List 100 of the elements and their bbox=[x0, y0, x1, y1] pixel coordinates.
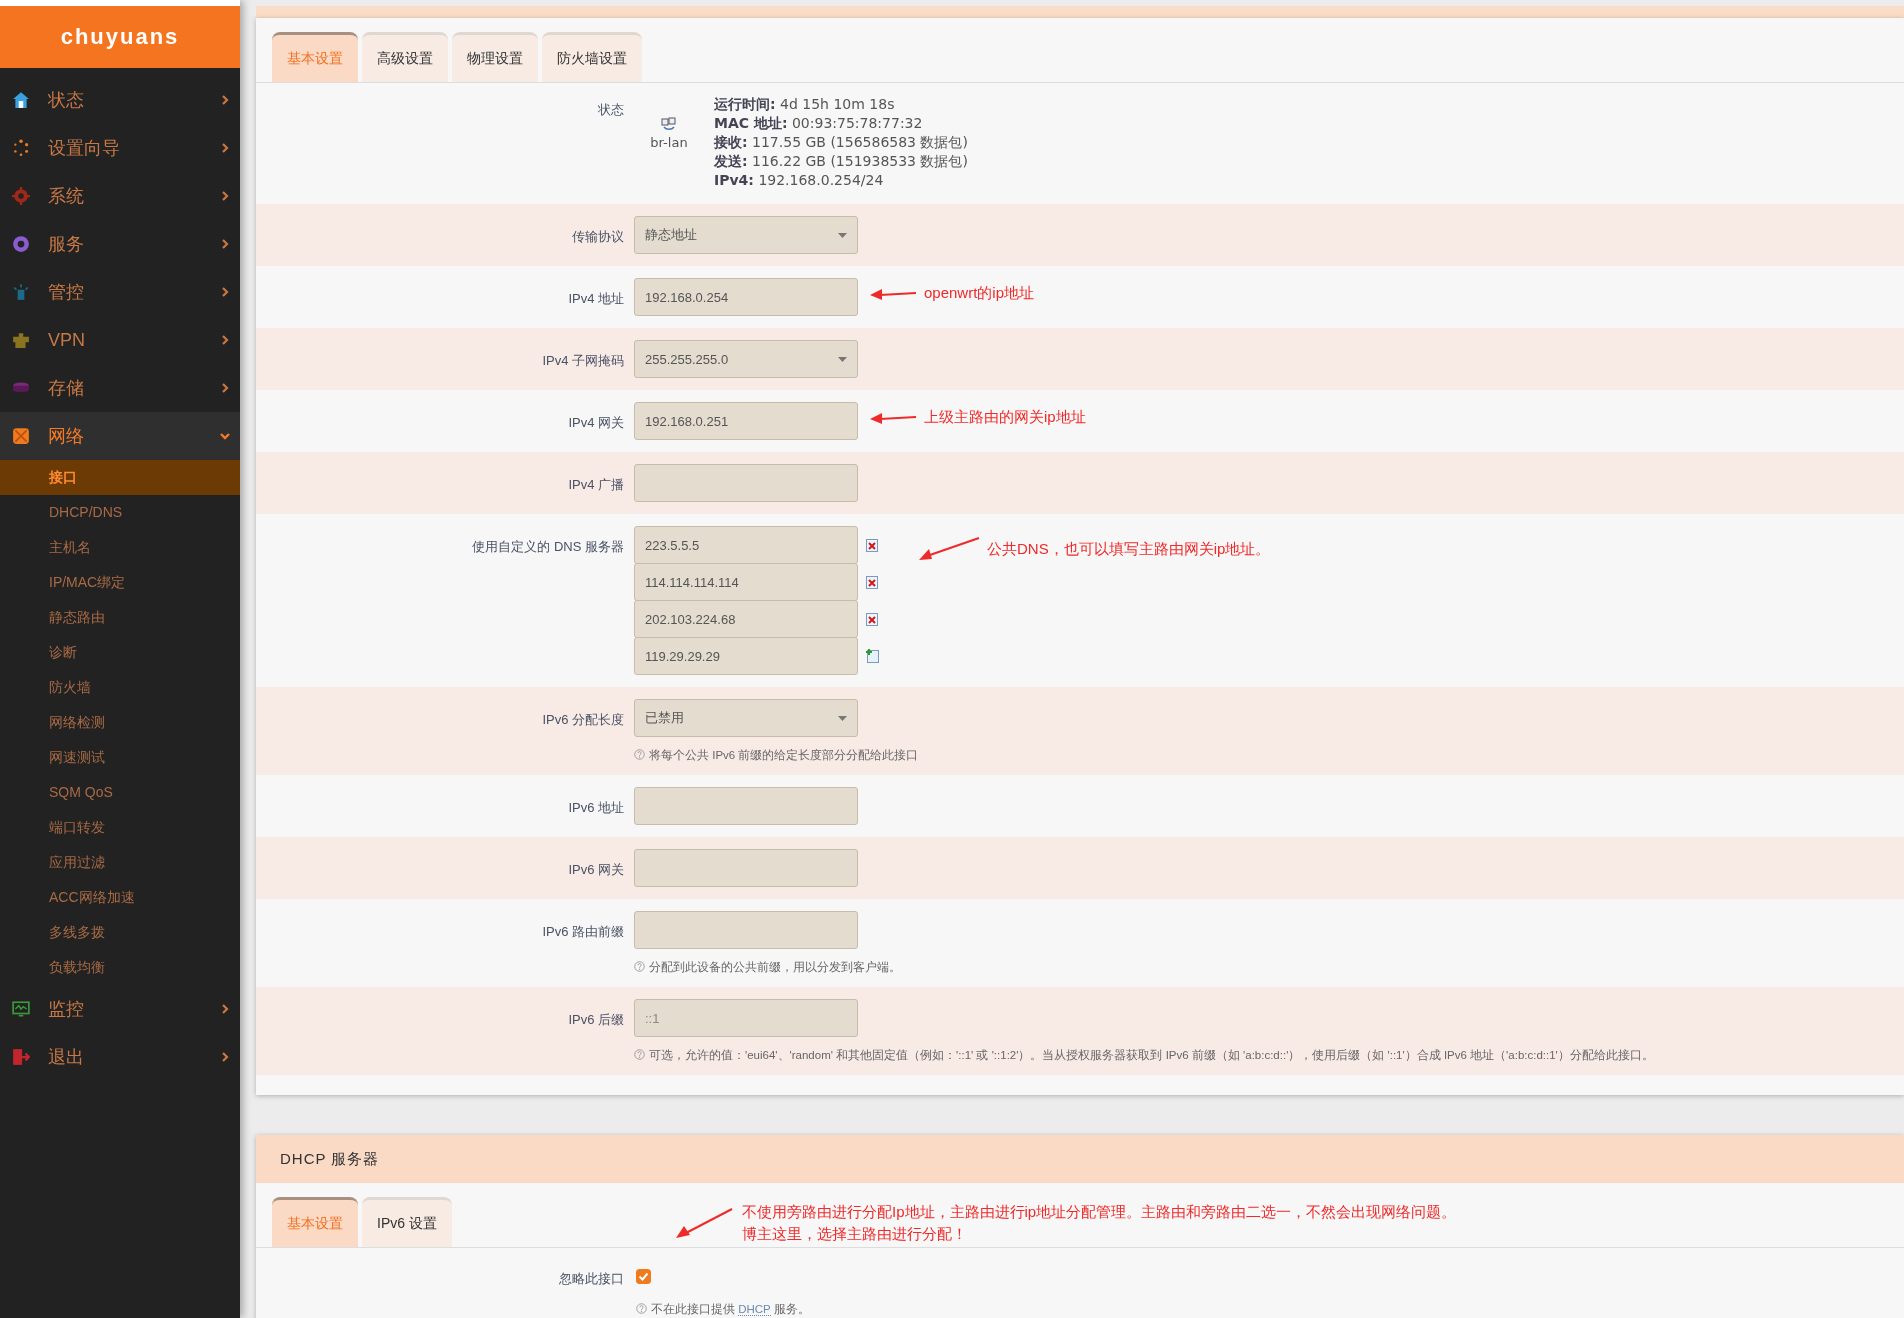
annotation-arrow bbox=[868, 286, 918, 301]
help-text: 分配到此设备的公共前缀，用以分发到客户端。 bbox=[634, 959, 1904, 976]
help-link[interactable]: DHCP bbox=[738, 1303, 771, 1317]
section-title: DHCP 服务器 bbox=[280, 1149, 380, 1169]
annotation-text: 公共DNS，也可以填写主路由网关ip地址。 bbox=[987, 539, 1271, 559]
menu-item[interactable]: 网络 bbox=[0, 412, 240, 460]
menu-item[interactable]: 系统 bbox=[0, 172, 240, 220]
status-line: IPv4: 192.168.0.254/24 bbox=[714, 171, 885, 190]
menu-item[interactable]: 监控 bbox=[0, 985, 240, 1033]
help-text: 可选，允许的值：'eui64'、'random' 和其他固定值（例如：'::1' 或 '::1:2'）。当从授权服务器获取到 IPv6 前缀（如 'a:b:c:d::'），使用后缀（如 '::1'）合成 IPv6 地址（'a:b:c:d::1'）分配给此接口。 bbox=[634, 1047, 1904, 1064]
status-label: 状态 bbox=[598, 102, 624, 117]
monitor-icon bbox=[12, 1000, 30, 1018]
help-text: 不在此接口提供 DHCP 服务。 bbox=[636, 1302, 1904, 1318]
field-label: IPv4 地址 bbox=[568, 291, 624, 306]
caret-icon bbox=[838, 356, 847, 362]
field-label: 忽略此接口 bbox=[559, 1271, 624, 1287]
status-line: MAC 地址: 00:93:75:78:77:32 bbox=[714, 114, 924, 133]
text-field[interactable]: 114.114.114.114 bbox=[634, 563, 858, 601]
puzzle-icon bbox=[12, 331, 30, 349]
field-label: IPv6 路由前缀 bbox=[542, 924, 624, 940]
field-label: IPv4 网关 bbox=[568, 415, 624, 430]
help-icon bbox=[634, 749, 645, 760]
menu-item[interactable]: 服务 bbox=[0, 220, 240, 268]
caret-icon bbox=[838, 715, 847, 721]
dropdown[interactable]: 静态地址 bbox=[634, 216, 858, 254]
menu-item[interactable]: 退出 bbox=[0, 1033, 240, 1081]
annotation-arrow bbox=[917, 536, 981, 562]
help-icon bbox=[634, 961, 645, 973]
field-label: 传输协议 bbox=[572, 229, 624, 244]
submenu-item[interactable]: ACC网络加速 bbox=[0, 880, 240, 915]
field-label: IPv4 子网掩码 bbox=[542, 353, 624, 368]
network-icon bbox=[12, 427, 30, 445]
submenu-item[interactable]: 接口 bbox=[0, 460, 240, 495]
text-field[interactable]: 192.168.0.251 bbox=[634, 402, 858, 440]
text-field[interactable] bbox=[634, 464, 858, 502]
submenu-item[interactable]: 防火墙 bbox=[0, 670, 240, 705]
house-icon bbox=[12, 91, 30, 109]
menu-item[interactable]: 状态 bbox=[0, 76, 240, 124]
remove-icon[interactable] bbox=[866, 538, 878, 552]
text-field[interactable] bbox=[634, 911, 858, 950]
help-text: 将每个公共 IPv6 前缀的给定长度部分分配给此接口 bbox=[634, 747, 1904, 764]
remove-icon[interactable] bbox=[866, 575, 878, 589]
spinner-icon bbox=[12, 139, 30, 157]
lamp-icon bbox=[12, 283, 30, 301]
gear-icon bbox=[12, 187, 30, 205]
submenu-item[interactable]: 网络检测 bbox=[0, 705, 240, 740]
exit-icon bbox=[12, 1048, 30, 1066]
annotation-text: 博主这里，选择主路由进行分配！ bbox=[742, 1224, 968, 1245]
submenu-item[interactable]: 诊断 bbox=[0, 635, 240, 670]
tab[interactable]: 物理设置 bbox=[452, 32, 538, 82]
status-line: 接收: 117.55 GB (156586583 数据包) bbox=[714, 133, 969, 152]
annotation-text: 上级主路由的网关ip地址 bbox=[924, 408, 1086, 427]
submenu-item[interactable]: 负载均衡 bbox=[0, 950, 240, 985]
annotation-arrow bbox=[674, 1207, 734, 1240]
menu-item[interactable]: 管控 bbox=[0, 268, 240, 316]
caret-icon bbox=[838, 232, 847, 238]
text-field[interactable] bbox=[634, 849, 858, 888]
field-label: 使用自定义的 DNS 服务器 bbox=[472, 539, 624, 554]
text-field[interactable]: 202.103.224.68 bbox=[634, 600, 858, 638]
submenu-item[interactable]: 端口转发 bbox=[0, 810, 240, 845]
help-icon bbox=[634, 1049, 645, 1061]
tab[interactable]: IPv6 设置 bbox=[362, 1197, 452, 1248]
tab[interactable]: 高级设置 bbox=[362, 32, 448, 82]
text-field[interactable]: 119.29.29.29 bbox=[634, 637, 858, 675]
submenu-item[interactable]: 静态路由 bbox=[0, 600, 240, 635]
remove-icon[interactable] bbox=[866, 612, 878, 626]
status-line: 运行时间: 4d 15h 10m 18s bbox=[714, 95, 896, 114]
menu-item[interactable]: 设置向导 bbox=[0, 124, 240, 172]
submenu-item[interactable]: 应用过滤 bbox=[0, 845, 240, 880]
submenu-item[interactable]: 多线多拨 bbox=[0, 915, 240, 950]
submenu-item[interactable]: SQM QoS bbox=[0, 775, 240, 810]
submenu-item[interactable]: IP/MAC绑定 bbox=[0, 565, 240, 600]
dropdown[interactable]: 255.255.255.0 bbox=[634, 340, 858, 378]
device-name: br-lan bbox=[650, 135, 688, 150]
tab[interactable]: 防火墙设置 bbox=[542, 32, 642, 82]
help-icon bbox=[636, 1303, 647, 1315]
checkbox[interactable] bbox=[636, 1269, 651, 1285]
field-label: IPv6 网关 bbox=[568, 862, 624, 878]
menu-item[interactable]: 存储 bbox=[0, 364, 240, 412]
text-field[interactable]: 223.5.5.5 bbox=[634, 526, 858, 564]
text-field[interactable]: 192.168.0.254 bbox=[634, 278, 858, 316]
submenu-item[interactable]: 主机名 bbox=[0, 530, 240, 565]
add-icon[interactable] bbox=[866, 649, 879, 663]
dropdown[interactable]: 已禁用 bbox=[634, 699, 858, 737]
ethernet-icon bbox=[661, 117, 677, 131]
field-label: IPv6 后缀 bbox=[568, 1012, 624, 1028]
annotation-text: 不使用旁路由进行分配Ip地址，主路由进行ip地址分配管理。主路由和旁路由二选一，不然会出现网络问题。 bbox=[742, 1202, 1457, 1223]
text-field[interactable] bbox=[634, 787, 858, 826]
text-field[interactable]: ::1 bbox=[634, 999, 858, 1038]
submenu-item[interactable]: DHCP/DNS bbox=[0, 495, 240, 530]
swirl-icon bbox=[12, 235, 30, 253]
annotation-text: openwrt的ip地址 bbox=[924, 284, 1035, 303]
menu-item[interactable]: VPN bbox=[0, 316, 240, 364]
annotation-arrow bbox=[868, 410, 918, 425]
submenu-item[interactable]: 网速测试 bbox=[0, 740, 240, 775]
field-label: IPv4 广播 bbox=[568, 477, 624, 492]
field-label: IPv6 地址 bbox=[568, 800, 624, 816]
logo-text: chuyuans bbox=[60, 24, 180, 50]
status-line: 发送: 116.22 GB (151938533 数据包) bbox=[714, 152, 969, 171]
field-label: IPv6 分配长度 bbox=[542, 712, 624, 727]
